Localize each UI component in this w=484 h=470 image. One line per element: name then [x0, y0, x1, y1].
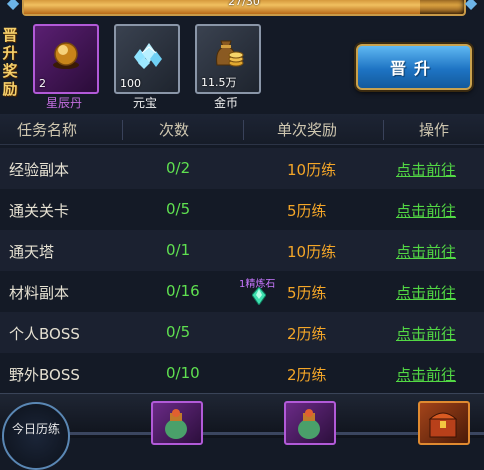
ornament-left-icon: ◆	[6, 0, 20, 12]
task-count: 0/16	[166, 282, 200, 300]
daily-exp-label: 今日历练	[11, 422, 60, 436]
progress-text: 27/30	[228, 0, 260, 8]
treasure-chest-icon	[428, 412, 458, 438]
progress-bar: 27/30	[22, 0, 466, 16]
reward-label: 星辰丹	[45, 96, 82, 110]
table-row: 野外BOSS 0/10 2历练 点击前往	[0, 353, 484, 394]
task-name: 野外BOSS	[9, 366, 80, 384]
goto-link[interactable]: 点击前往	[396, 323, 456, 344]
milestone-chest-3[interactable]	[418, 401, 470, 445]
reward-label: 元宝	[132, 96, 157, 110]
task-reward: 2历练	[287, 366, 327, 384]
treasure-jar-icon	[298, 409, 320, 439]
task-name: 经验副本	[9, 161, 70, 179]
task-count: 0/5	[166, 200, 191, 218]
task-reward: 10历练	[287, 161, 337, 179]
reward-slot-xingchendan[interactable]: 2	[33, 24, 99, 94]
goto-link[interactable]: 点击前往	[396, 159, 456, 180]
goto-link[interactable]: 点击前往	[396, 282, 456, 303]
task-count: 0/5	[166, 323, 191, 341]
milestone-chest-2[interactable]	[284, 401, 336, 445]
reward-slot-yuanbao[interactable]: 100	[114, 24, 180, 94]
reward-slot-gold[interactable]: 11.5万	[195, 24, 261, 94]
task-reward: 5历练	[287, 202, 327, 220]
reward-count: 100	[120, 77, 141, 90]
milestone-chest-1[interactable]	[151, 401, 203, 445]
column-divider	[243, 120, 244, 140]
task-name: 个人BOSS	[9, 325, 80, 343]
task-count: 0/10	[166, 364, 200, 382]
reward-label: 金币	[213, 96, 238, 110]
daily-exp-badge[interactable]: 今日历练	[2, 402, 70, 470]
coin-bag-icon	[216, 40, 244, 67]
column-header-task: 任务名称	[17, 121, 78, 139]
promote-button[interactable]: 晋升	[356, 44, 472, 90]
task-reward: 10历练	[287, 243, 337, 261]
treasure-jar-icon	[165, 409, 187, 439]
goto-link[interactable]: 点击前往	[396, 200, 456, 221]
task-name: 通天塔	[9, 243, 55, 261]
task-count: 0/2	[166, 159, 191, 177]
goto-link[interactable]: 点击前往	[396, 364, 456, 385]
column-header-action: 操作	[419, 121, 450, 139]
table-row: 个人BOSS 0/5 2历练 点击前往	[0, 312, 484, 353]
task-count: 0/1	[166, 241, 191, 259]
table-row: 通天塔 0/1 10历练 点击前往	[0, 230, 484, 271]
column-divider	[383, 120, 384, 140]
task-reward: 2历练	[287, 325, 327, 343]
table-row: 经验副本 0/2 10历练 点击前往	[0, 148, 484, 189]
diamond-pile-icon	[134, 43, 162, 69]
table-header: 任务名称 次数 单次奖励 操作	[0, 114, 484, 145]
ornament-right-icon: ◆	[464, 0, 478, 12]
column-header-reward: 单次奖励	[277, 121, 338, 139]
goto-link[interactable]: 点击前往	[396, 241, 456, 262]
table-row: 通关关卡 0/5 5历练 点击前往	[0, 189, 484, 230]
section-title: 晋升奖励	[2, 26, 18, 98]
column-divider	[122, 120, 123, 140]
column-header-count: 次数	[159, 121, 190, 139]
task-reward: 5历练	[287, 284, 327, 302]
task-name: 通关关卡	[9, 202, 70, 220]
task-name: 材料副本	[9, 284, 70, 302]
reward-count: 11.5万	[201, 76, 237, 89]
golden-orb-icon	[53, 42, 79, 69]
refine-stone-icon	[252, 287, 266, 305]
reward-count: 2	[39, 77, 46, 90]
